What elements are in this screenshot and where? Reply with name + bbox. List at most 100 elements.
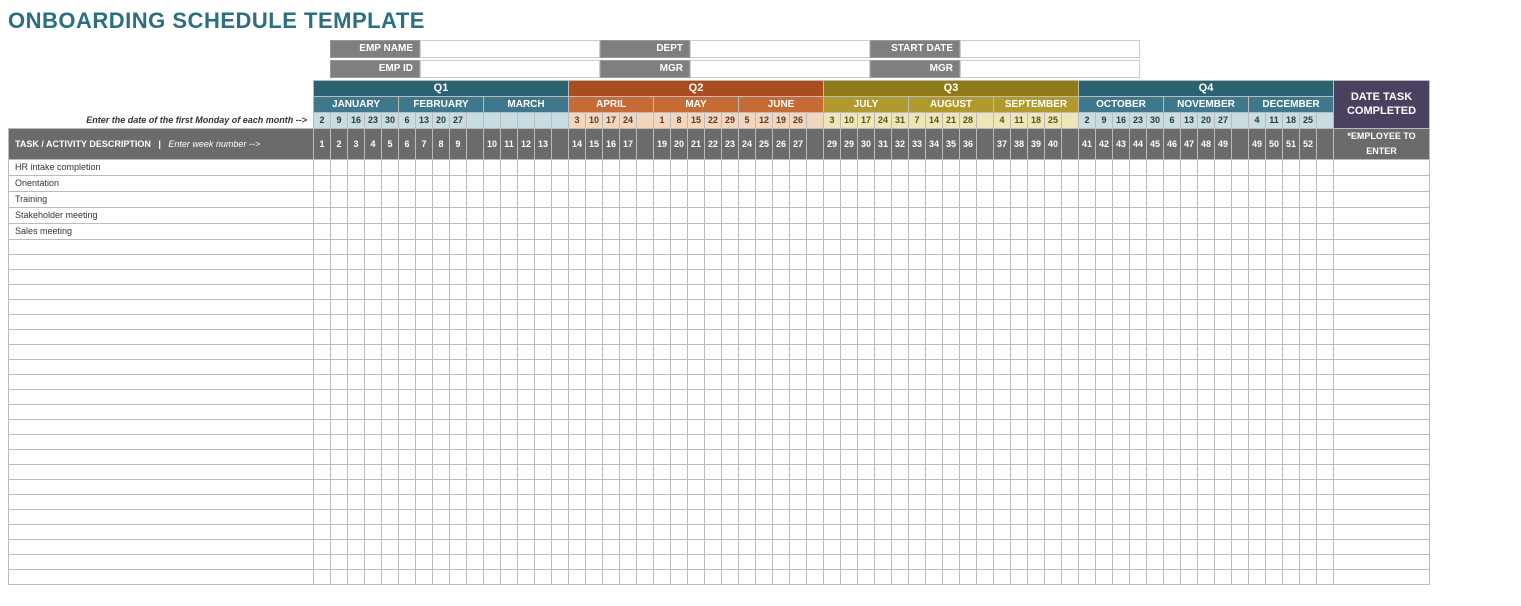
schedule-cell[interactable] <box>399 330 416 345</box>
schedule-cell[interactable] <box>552 540 569 555</box>
schedule-cell[interactable] <box>1062 555 1079 570</box>
date-completed-cell[interactable] <box>1334 300 1430 315</box>
schedule-cell[interactable] <box>909 390 926 405</box>
schedule-cell[interactable] <box>994 555 1011 570</box>
schedule-cell[interactable] <box>416 160 433 176</box>
schedule-cell[interactable] <box>331 465 348 480</box>
schedule-cell[interactable] <box>756 208 773 224</box>
schedule-cell[interactable] <box>977 450 994 465</box>
schedule-cell[interactable] <box>1164 420 1181 435</box>
schedule-cell[interactable] <box>586 465 603 480</box>
schedule-cell[interactable] <box>382 555 399 570</box>
schedule-cell[interactable] <box>654 420 671 435</box>
schedule-cell[interactable] <box>552 255 569 270</box>
schedule-cell[interactable] <box>1113 224 1130 240</box>
schedule-cell[interactable] <box>348 345 365 360</box>
schedule-cell[interactable] <box>484 285 501 300</box>
schedule-cell[interactable] <box>977 420 994 435</box>
schedule-cell[interactable] <box>807 224 824 240</box>
week-number[interactable]: 23 <box>722 129 739 160</box>
schedule-cell[interactable] <box>1011 510 1028 525</box>
schedule-cell[interactable] <box>382 570 399 585</box>
schedule-cell[interactable] <box>467 300 484 315</box>
schedule-cell[interactable] <box>994 285 1011 300</box>
schedule-cell[interactable] <box>1198 555 1215 570</box>
schedule-cell[interactable] <box>484 208 501 224</box>
schedule-cell[interactable] <box>501 420 518 435</box>
schedule-cell[interactable] <box>1079 405 1096 420</box>
schedule-cell[interactable] <box>365 405 382 420</box>
schedule-cell[interactable] <box>943 435 960 450</box>
schedule-cell[interactable] <box>586 540 603 555</box>
schedule-cell[interactable] <box>790 525 807 540</box>
schedule-cell[interactable] <box>365 495 382 510</box>
schedule-cell[interactable] <box>433 345 450 360</box>
date-cell[interactable] <box>637 113 654 129</box>
schedule-cell[interactable] <box>1164 555 1181 570</box>
schedule-cell[interactable] <box>1079 435 1096 450</box>
schedule-cell[interactable] <box>637 450 654 465</box>
schedule-cell[interactable] <box>1300 160 1317 176</box>
schedule-cell[interactable] <box>1317 510 1334 525</box>
schedule-cell[interactable] <box>807 285 824 300</box>
schedule-cell[interactable] <box>1232 510 1249 525</box>
schedule-cell[interactable] <box>365 435 382 450</box>
date-completed-cell[interactable] <box>1334 555 1430 570</box>
schedule-cell[interactable] <box>1249 224 1266 240</box>
schedule-cell[interactable] <box>1300 224 1317 240</box>
date-cell[interactable]: 9 <box>1096 113 1113 129</box>
schedule-cell[interactable] <box>1232 192 1249 208</box>
schedule-cell[interactable] <box>1215 176 1232 192</box>
schedule-cell[interactable] <box>892 240 909 255</box>
schedule-cell[interactable] <box>1147 240 1164 255</box>
schedule-cell[interactable] <box>790 390 807 405</box>
schedule-cell[interactable] <box>943 315 960 330</box>
week-number[interactable]: 50 <box>1266 129 1283 160</box>
schedule-cell[interactable] <box>518 330 535 345</box>
schedule-cell[interactable] <box>365 390 382 405</box>
schedule-cell[interactable] <box>501 300 518 315</box>
schedule-cell[interactable] <box>892 390 909 405</box>
schedule-cell[interactable] <box>603 192 620 208</box>
schedule-cell[interactable] <box>943 255 960 270</box>
schedule-cell[interactable] <box>807 176 824 192</box>
schedule-cell[interactable] <box>1028 420 1045 435</box>
schedule-cell[interactable] <box>501 255 518 270</box>
schedule-cell[interactable] <box>620 465 637 480</box>
schedule-cell[interactable] <box>1181 255 1198 270</box>
schedule-cell[interactable] <box>620 495 637 510</box>
schedule-cell[interactable] <box>1045 192 1062 208</box>
schedule-cell[interactable] <box>501 540 518 555</box>
schedule-cell[interactable] <box>960 375 977 390</box>
schedule-cell[interactable] <box>1011 270 1028 285</box>
schedule-cell[interactable] <box>1062 375 1079 390</box>
schedule-cell[interactable] <box>1249 345 1266 360</box>
schedule-cell[interactable] <box>501 192 518 208</box>
schedule-cell[interactable] <box>688 300 705 315</box>
schedule-cell[interactable] <box>535 465 552 480</box>
schedule-cell[interactable] <box>382 420 399 435</box>
schedule-cell[interactable] <box>1283 540 1300 555</box>
schedule-cell[interactable] <box>518 570 535 585</box>
schedule-cell[interactable] <box>926 450 943 465</box>
schedule-cell[interactable] <box>960 345 977 360</box>
schedule-cell[interactable] <box>739 330 756 345</box>
schedule-cell[interactable] <box>909 540 926 555</box>
schedule-cell[interactable] <box>1079 450 1096 465</box>
schedule-cell[interactable] <box>1096 450 1113 465</box>
schedule-cell[interactable] <box>960 360 977 375</box>
schedule-cell[interactable] <box>1317 315 1334 330</box>
date-cell[interactable]: 18 <box>1028 113 1045 129</box>
schedule-cell[interactable] <box>1079 420 1096 435</box>
schedule-cell[interactable] <box>994 270 1011 285</box>
date-cell[interactable]: 26 <box>790 113 807 129</box>
schedule-cell[interactable] <box>484 420 501 435</box>
schedule-cell[interactable] <box>518 405 535 420</box>
schedule-cell[interactable] <box>654 360 671 375</box>
input-mgr2[interactable] <box>960 60 1140 78</box>
schedule-cell[interactable] <box>909 176 926 192</box>
schedule-cell[interactable] <box>1045 525 1062 540</box>
schedule-cell[interactable] <box>535 390 552 405</box>
schedule-cell[interactable] <box>1317 525 1334 540</box>
schedule-cell[interactable] <box>603 240 620 255</box>
